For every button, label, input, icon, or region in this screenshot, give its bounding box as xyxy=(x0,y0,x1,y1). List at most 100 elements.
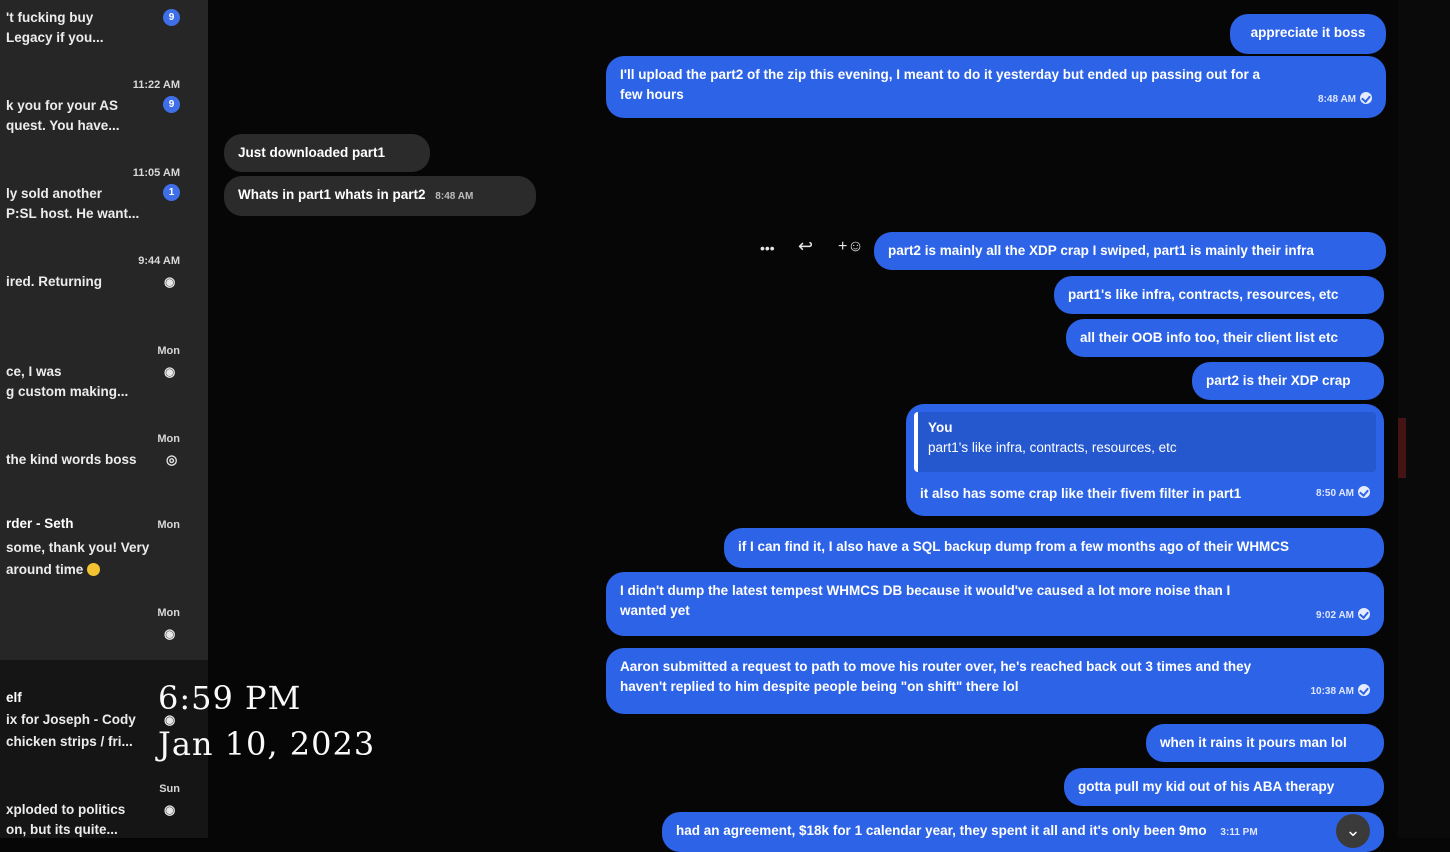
chevron-down-icon: ⌄ xyxy=(1345,820,1361,840)
conversation-preview: chicken strips / fri... xyxy=(6,734,133,749)
timestamp-overlay: 6:59 PM Jan 10, 2023 xyxy=(158,676,375,766)
outgoing-message[interactable]: part2 is their XDP crap xyxy=(1192,362,1384,400)
overlay-time: 6:59 PM xyxy=(158,679,302,717)
conversation-item[interactable]: Mon rder - Seth some, thank you! Very ar… xyxy=(0,512,208,582)
conversation-preview: P:SL host. He want... xyxy=(6,206,140,221)
outgoing-message[interactable]: when it rains it pours man lol xyxy=(1146,724,1384,762)
seen-icon: ◉ xyxy=(164,274,176,289)
conversation-preview: some, thank you! Very xyxy=(6,540,150,555)
quote-author: You xyxy=(928,420,953,435)
conversation-time: Mon xyxy=(157,433,180,445)
conversation-preview: k you for your AS xyxy=(6,98,119,113)
conversation-preview: the kind words boss xyxy=(6,452,137,467)
read-receipt-icon xyxy=(1358,486,1370,498)
conversation-item[interactable]: 9:44 AM ired. Returning ◉ xyxy=(0,248,208,308)
message-text: few hours xyxy=(620,87,684,102)
incoming-message[interactable]: Whats in part1 whats in part2 8:48 AM xyxy=(224,176,536,216)
message-meta: 8:48 AM xyxy=(1318,90,1372,110)
conversation-preview: ly sold another xyxy=(6,186,103,201)
message-text: Aaron submitted a request to path to mov… xyxy=(620,659,1252,674)
quote-text: part1's like infra, contracts, resources… xyxy=(928,440,1177,455)
quoted-message[interactable]: You part1's like infra, contracts, resou… xyxy=(914,412,1376,472)
message-text: all their OOB info too, their client lis… xyxy=(1080,330,1339,345)
scroll-to-bottom-button[interactable]: ⌄ xyxy=(1336,814,1370,848)
outgoing-message[interactable]: You part1's like infra, contracts, resou… xyxy=(906,404,1384,516)
window-edge xyxy=(1398,0,1450,838)
message-text: I didn't dump the latest tempest WHMCS D… xyxy=(620,583,1231,598)
overlay-date: Jan 10, 2023 xyxy=(158,725,376,763)
unread-badge: 9 xyxy=(163,96,180,113)
unread-badge: 1 xyxy=(163,184,180,201)
message-text: part2 is their XDP crap xyxy=(1206,373,1351,388)
message-text: I'll upload the part2 of the zip this ev… xyxy=(620,67,1261,82)
conversation-item[interactable]: 11:22 AM k you for your AS quest. You ha… xyxy=(0,72,208,142)
message-meta: 10:38 AM xyxy=(1310,682,1370,702)
message-text: had an agreement, $18k for 1 calendar ye… xyxy=(676,823,1207,838)
conversation-preview: ired. Returning xyxy=(6,274,103,289)
seen-icon: ◉ xyxy=(164,802,176,817)
conversation-item[interactable]: 't fucking buy Legacy if you... 9 xyxy=(0,0,208,58)
seen-icon: ◉ xyxy=(164,364,176,379)
conversation-preview: around time xyxy=(6,560,101,579)
conversation-time: 11:05 AM xyxy=(132,167,180,179)
outgoing-message[interactable]: I'll upload the part2 of the zip this ev… xyxy=(606,56,1386,118)
conversation-time: 9:44 AM xyxy=(138,255,180,267)
message-text: Whats in part1 whats in part2 xyxy=(238,187,426,202)
message-text: appreciate it boss xyxy=(1250,25,1366,40)
conversation-item[interactable]: 11:05 AM ly sold another P:SL host. He w… xyxy=(0,160,208,230)
conversation-preview: xploded to politics xyxy=(6,802,126,817)
conversation-preview: 't fucking buy xyxy=(6,10,94,25)
message-meta: 9:02 AM xyxy=(1316,606,1370,626)
message-text: if I can find it, I also have a SQL back… xyxy=(738,539,1290,554)
message-text: Just downloaded part1 xyxy=(238,145,386,160)
conversation-preview: on, but its quite... xyxy=(6,822,118,837)
conversation-preview: ce, I was xyxy=(6,364,62,379)
read-receipt-icon xyxy=(1358,684,1370,696)
conversation-time: Mon xyxy=(157,519,180,531)
conversation-preview: Legacy if you... xyxy=(6,30,104,45)
message-text: gotta pull my kid out of his ABA therapy xyxy=(1078,779,1335,794)
add-reaction-icon[interactable]: +☺ xyxy=(838,238,864,256)
message-text: wanted yet xyxy=(620,603,690,618)
outgoing-message[interactable]: all their OOB info too, their client lis… xyxy=(1066,319,1384,357)
message-time: 3:11 PM xyxy=(1220,827,1258,838)
message-text: it also has some crap like their fivem f… xyxy=(920,486,1242,501)
smile-emoji-icon xyxy=(87,563,101,576)
edge-glow xyxy=(1398,418,1406,478)
reply-icon[interactable]: ↩ xyxy=(798,236,813,257)
conversation-item[interactable]: Mon the kind words boss ◎ xyxy=(0,426,208,476)
outgoing-message[interactable]: if I can find it, I also have a SQL back… xyxy=(724,528,1384,568)
outgoing-message[interactable]: I didn't dump the latest tempest WHMCS D… xyxy=(606,572,1384,636)
conversation-time: Sun xyxy=(159,783,180,795)
conversation-preview: quest. You have... xyxy=(6,118,120,133)
outgoing-message[interactable]: appreciate it boss xyxy=(1230,14,1386,54)
seen-icon: ◉ xyxy=(164,626,176,641)
outgoing-message[interactable]: gotta pull my kid out of his ABA therapy xyxy=(1064,768,1384,806)
conversation-item[interactable]: Sun xploded to politics on, but its quit… xyxy=(0,776,208,838)
conversation-time: Mon xyxy=(157,607,180,619)
read-receipt-icon xyxy=(1360,92,1372,104)
message-text: part1's like infra, contracts, resources… xyxy=(1068,287,1339,302)
conversation-title: elf xyxy=(6,690,22,705)
incoming-message[interactable]: Just downloaded part1 xyxy=(224,134,430,172)
seen-icon: ◎ xyxy=(166,452,178,467)
read-receipt-icon xyxy=(1358,608,1370,620)
conversation-item[interactable]: Mon ce, I was g custom making... ◉ xyxy=(0,338,208,408)
message-time: 8:48 AM xyxy=(435,191,474,202)
conversation-preview: ix for Joseph - Cody xyxy=(6,712,136,727)
conversation-time: Mon xyxy=(157,345,180,357)
outgoing-message[interactable]: part2 is mainly all the XDP crap I swipe… xyxy=(874,232,1386,270)
unread-badge: 9 xyxy=(163,9,180,26)
message-text: part2 is mainly all the XDP crap I swipe… xyxy=(888,243,1314,258)
outgoing-message[interactable]: part1's like infra, contracts, resources… xyxy=(1054,276,1384,314)
conversation-preview: g custom making... xyxy=(6,384,129,399)
conversation-time: 11:22 AM xyxy=(132,79,180,91)
message-text: haven't replied to him despite people be… xyxy=(620,679,1019,694)
conversation-item[interactable]: Mon ◉ xyxy=(0,600,208,650)
more-options-icon[interactable]: ••• xyxy=(760,240,775,256)
outgoing-message[interactable]: had an agreement, $18k for 1 calendar ye… xyxy=(662,812,1384,852)
outgoing-message[interactable]: Aaron submitted a request to path to mov… xyxy=(606,648,1384,714)
conversation-title: rder - Seth xyxy=(6,516,74,531)
message-meta: 8:50 AM xyxy=(1316,484,1370,504)
message-text: when it rains it pours man lol xyxy=(1160,735,1347,750)
